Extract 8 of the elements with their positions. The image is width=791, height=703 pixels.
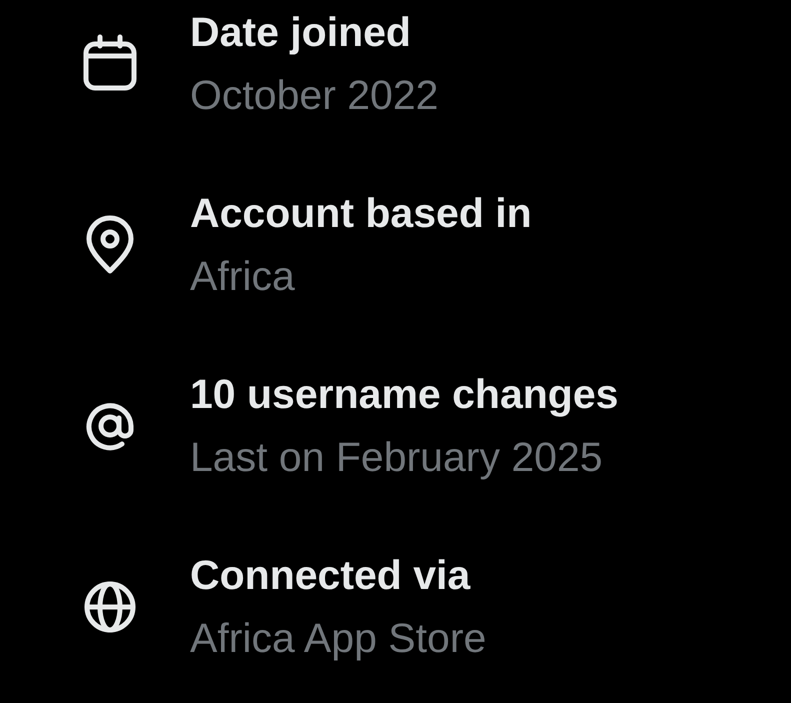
info-title: Connected via bbox=[190, 551, 472, 600]
info-title: 10 username changes bbox=[190, 370, 618, 419]
info-detail: Africa bbox=[190, 252, 296, 301]
info-detail: Africa App Store bbox=[190, 614, 486, 663]
info-title: Account based in bbox=[190, 189, 532, 238]
info-detail: October 2022 bbox=[190, 71, 438, 120]
info-title: Date joined bbox=[190, 8, 412, 57]
info-detail: Last on February 2025 bbox=[190, 433, 604, 482]
